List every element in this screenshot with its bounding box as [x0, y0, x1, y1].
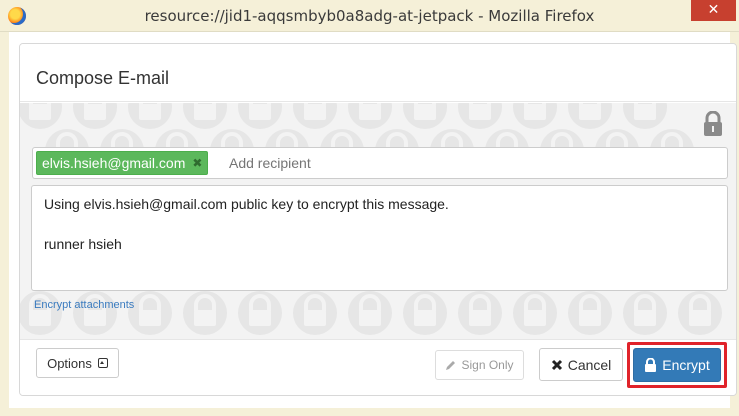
dialog-footer: Options Sign Only Cancel Encrypt [20, 339, 736, 395]
lock-icon [704, 111, 722, 136]
window-titlebar: resource://jid1-aqqsmbyb0a8adg-at-jetpac… [0, 0, 739, 32]
window-close-button[interactable]: ✕ [691, 0, 736, 21]
cancel-label: Cancel [567, 356, 612, 373]
compose-dialog: Compose E-mail elvis.hsieh@gmail.com ✖ A… [19, 43, 737, 396]
expand-up-icon [97, 358, 108, 368]
recipient-field[interactable]: elvis.hsieh@gmail.com ✖ [32, 147, 728, 179]
window-title: resource://jid1-aqqsmbyb0a8adg-at-jetpac… [144, 7, 595, 25]
recipient-chip[interactable]: elvis.hsieh@gmail.com ✖ [36, 151, 209, 175]
dialog-title: Compose E-mail [36, 68, 170, 88]
close-icon [551, 359, 562, 370]
message-body-textarea[interactable]: Using elvis.hsieh@gmail.com public key t… [31, 185, 728, 291]
dialog-header: Compose E-mail [20, 44, 736, 102]
encrypt-button[interactable]: Encrypt [633, 348, 721, 382]
remove-recipient-icon[interactable]: ✖ [192, 152, 202, 174]
pencil-icon [446, 360, 456, 370]
options-button[interactable]: Options [36, 348, 119, 378]
encrypt-label: Encrypt [662, 357, 710, 373]
lock-icon [645, 358, 657, 372]
recipient-email: elvis.hsieh@gmail.com [42, 155, 186, 171]
encrypt-highlight: Encrypt [627, 342, 727, 388]
options-button-label: Options [47, 355, 92, 371]
window-frame-left [0, 32, 9, 416]
window-frame-bottom [0, 408, 739, 416]
encrypt-attachments-link[interactable]: Encrypt attachments [34, 299, 134, 311]
cancel-button[interactable]: Cancel [539, 348, 623, 381]
add-recipient-input[interactable] [229, 155, 529, 171]
sign-only-button[interactable]: Sign Only [435, 350, 524, 380]
message-line: runner hsieh [44, 236, 122, 252]
sign-only-label: Sign Only [461, 358, 514, 372]
message-line: Using elvis.hsieh@gmail.com public key t… [44, 196, 449, 212]
